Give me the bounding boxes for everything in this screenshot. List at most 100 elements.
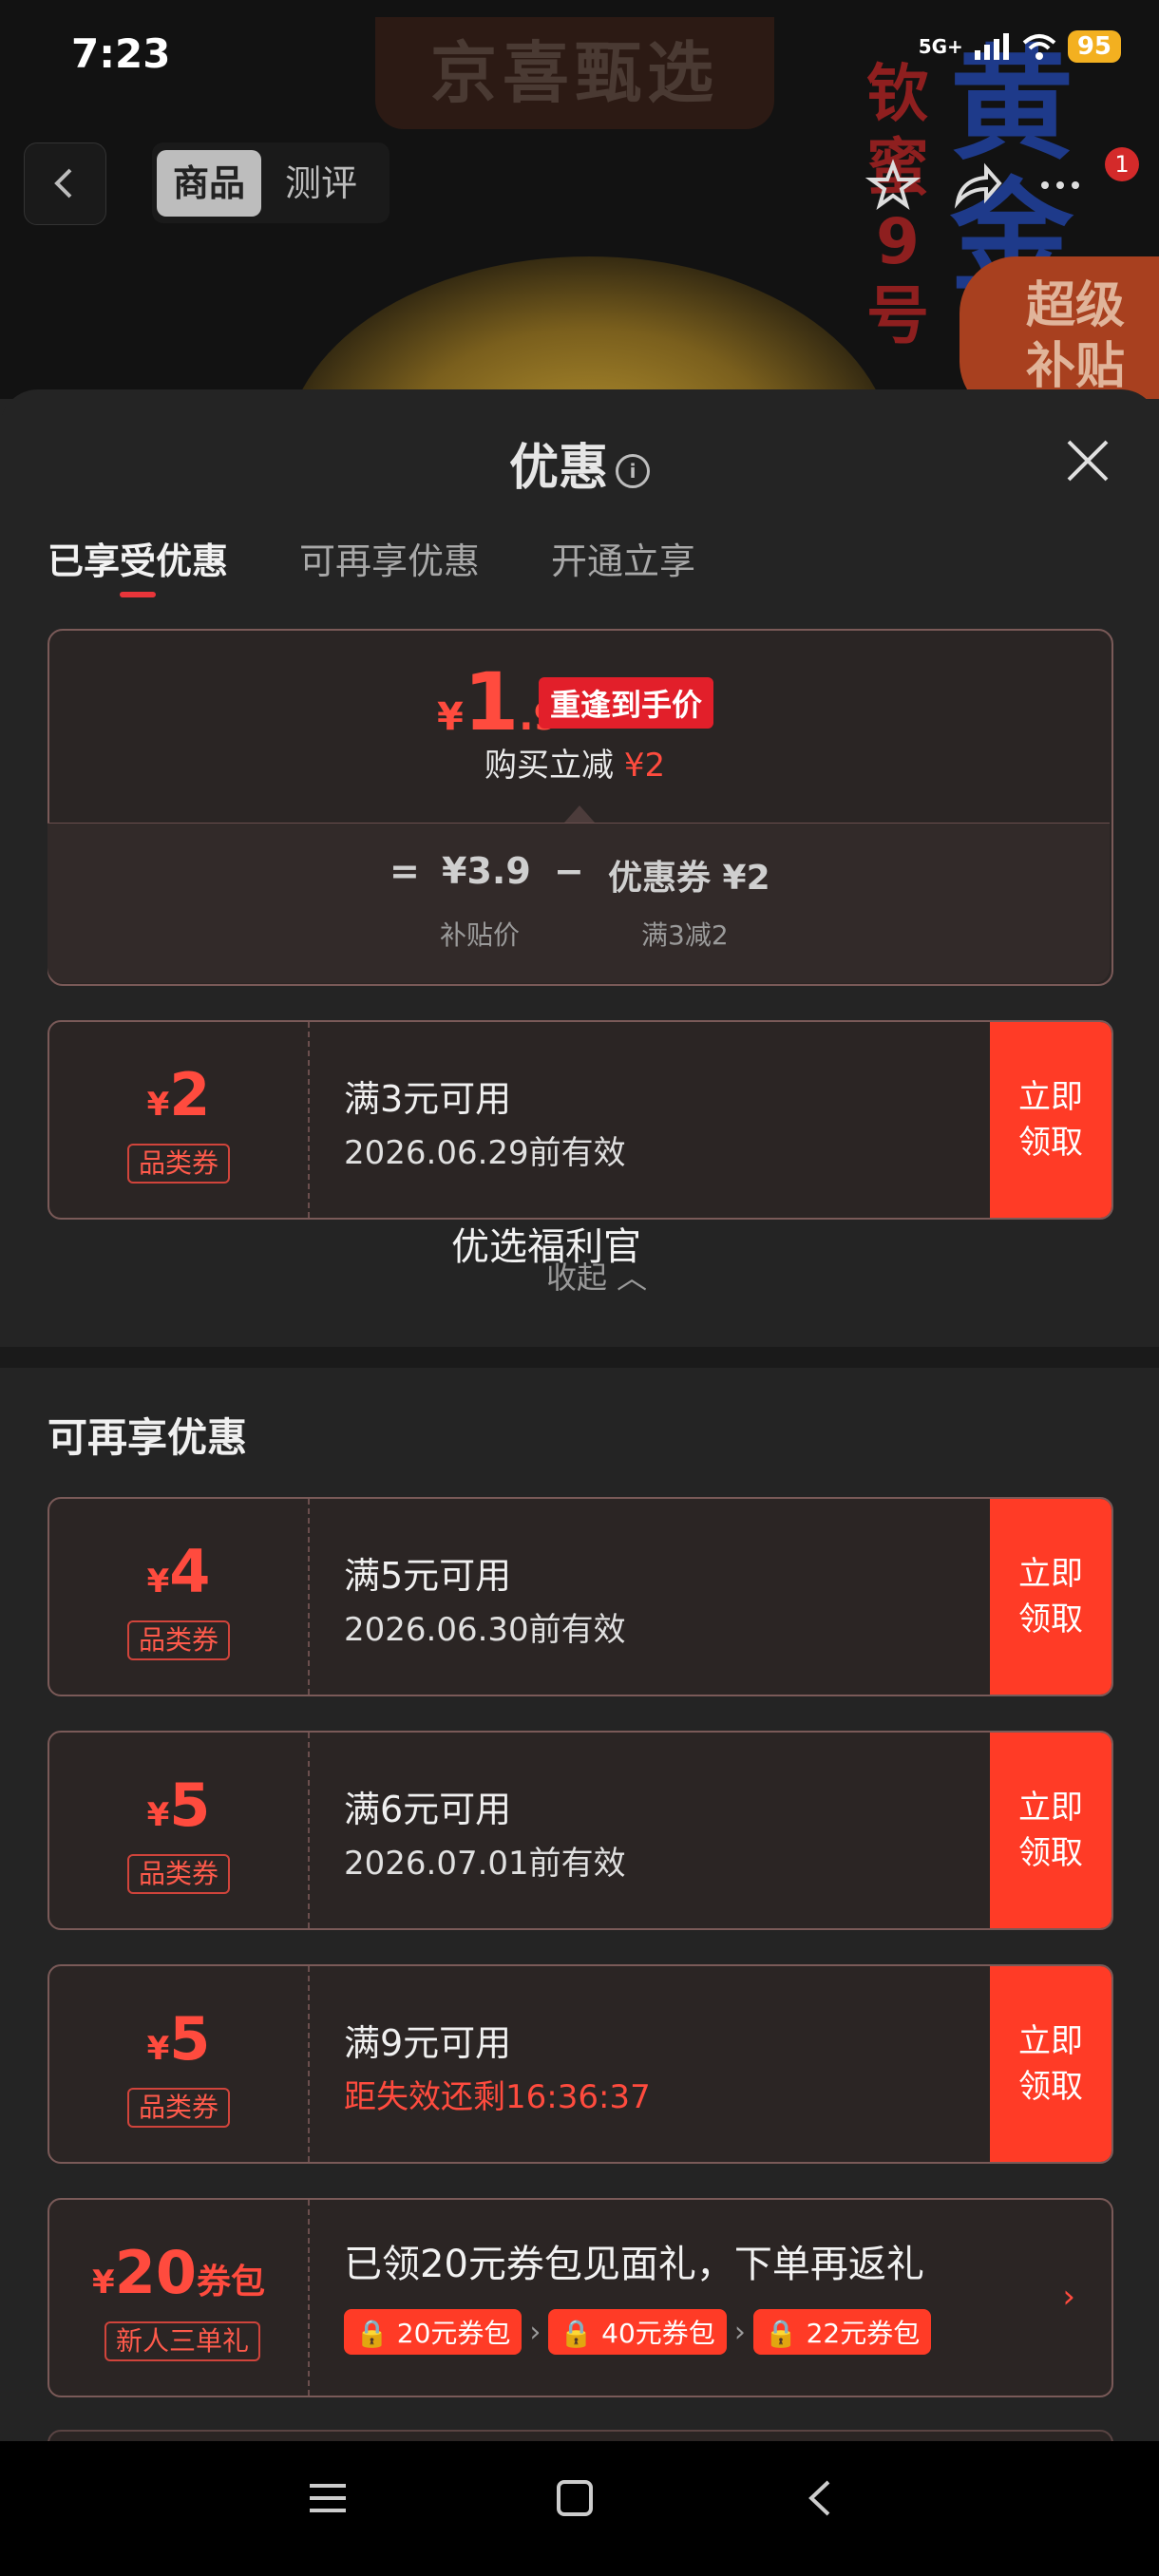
status-icons: 5G+ 95 (919, 30, 1121, 63)
pack-category: 新人三单礼 (104, 2321, 261, 2361)
active-tab-indicator (120, 592, 156, 597)
close-icon (1067, 440, 1109, 482)
subsidy-price-label: 补贴价 (440, 919, 521, 951)
more-icon[interactable] (1032, 157, 1089, 214)
tab-review[interactable]: 测评 (285, 150, 357, 217)
pack-amount: ¥20券包 (49, 2238, 308, 2307)
pack-chips: 🔒 20元券包 › 🔒 40元券包 › 🔒 22元券包 (344, 2309, 932, 2355)
info-icon[interactable]: i (616, 454, 650, 488)
coupon-countdown: 距失效还剩16:36:37 (344, 2078, 651, 2116)
tab-activate[interactable]: 开通立享 (551, 532, 695, 584)
coupon-currency: ¥ (146, 1563, 170, 1601)
coupon-amount: ¥2 (49, 1060, 308, 1129)
chevron-right-icon: › (1062, 2278, 1075, 2316)
coupon-amount: ¥5 (49, 1771, 308, 1840)
breakdown-pointer (564, 805, 595, 823)
pack-chip-label: 22元券包 (806, 2318, 921, 2349)
coupon-condition: 满9元可用 (344, 2022, 512, 2064)
price-integer: 1 (463, 655, 520, 748)
pack-currency: ¥ (92, 2263, 115, 2301)
product-fruit-image (285, 256, 893, 399)
pack-chip: 🔒 40元券包 (548, 2309, 727, 2355)
claim-button[interactable]: 立即 领取 (990, 1499, 1112, 1695)
price-breakdown (48, 823, 1110, 983)
claim-button-label: 立即 领取 (1018, 1078, 1083, 1162)
coupon-amount-value: 2 (169, 1060, 211, 1129)
super-subsidy-badge: 超级补贴 (960, 256, 1159, 399)
equals-sign: = (390, 850, 420, 892)
claim-button[interactable]: 立即 领取 (990, 1022, 1112, 1218)
home-icon[interactable] (551, 2474, 598, 2522)
signal-icon (974, 33, 1009, 60)
sheet-title: 优惠 i (0, 427, 1159, 499)
coupon-amount-value: 4 (169, 1537, 211, 1606)
close-button[interactable] (1059, 432, 1116, 489)
coupon-currency: ¥ (146, 1796, 170, 1834)
header-actions (864, 157, 1089, 214)
coupon-amount-value: 5 (169, 2004, 211, 2074)
tab-product[interactable]: 商品 (157, 150, 261, 217)
wifi-icon (1022, 34, 1056, 60)
coupon-condition: 满5元可用 (344, 1555, 512, 1597)
coupon-value: 优惠券 ¥2 (608, 859, 770, 898)
coupon-card: ¥5 品类券 满6元可用 2026.07.01前有效 立即 领取 (48, 1731, 1113, 1930)
back-button[interactable] (24, 142, 106, 225)
discount-tabs: 已享受优惠 可再享优惠 开通立享 (48, 532, 695, 584)
subsidy-price: ¥3.9 (442, 850, 531, 892)
brand-banner: 京喜甄选 (375, 17, 774, 129)
sheet-title-text: 优惠 (508, 440, 608, 497)
share-icon[interactable] (948, 157, 1005, 214)
coupon-pack-card[interactable]: ¥20券包 新人三单礼 已领20元券包见面礼，下单再返礼 🔒 20元券包 › 🔒… (48, 2198, 1113, 2397)
pack-chip: 🔒 20元券包 (344, 2309, 522, 2355)
coupon-card: ¥5 品类券 满9元可用 距失效还剩16:36:37 立即 领取 (48, 1964, 1113, 2164)
claim-button[interactable]: 立即 领取 (990, 1966, 1112, 2162)
coupon-category: 品类券 (127, 1620, 231, 1660)
coupon-category: 品类券 (127, 1144, 231, 1184)
network-label: 5G+ (918, 35, 963, 58)
battery-level: 95 (1067, 30, 1121, 63)
minus-sign: − (554, 850, 584, 892)
pack-amount-value: 20 (114, 2238, 197, 2307)
coupon-card: ¥2 品类券 满3元可用 2026.06.29前有效 立即 领取 (48, 1020, 1113, 1220)
buy-amount: ¥2 (623, 747, 666, 785)
back-icon[interactable] (798, 2474, 846, 2522)
coupon-currency: ¥ (146, 2030, 170, 2068)
subsidy-badge-text: 超级补贴 (1026, 277, 1126, 395)
coupon-amount-value: 5 (169, 1771, 211, 1840)
coupon-expiry: 2026.06.30前有效 (344, 1611, 626, 1649)
status-time: 7:23 (71, 30, 171, 77)
buy-discount: 购买立减 ¥2 (484, 739, 665, 786)
price-tag-badge: 重逢到手价 (539, 677, 714, 729)
claim-button-label: 立即 领取 (1018, 1555, 1083, 1638)
brand-name: 京喜甄选 (430, 34, 719, 112)
coupon-amount: ¥4 (49, 1537, 308, 1606)
coupon-expiry: 2026.07.01前有效 (344, 1845, 626, 1883)
pack-unit: 券包 (196, 2263, 265, 2301)
claim-button-label: 立即 领取 (1018, 1789, 1083, 1872)
section-divider (0, 1347, 1159, 1368)
pack-chip: 🔒 22元券包 (752, 2309, 932, 2355)
star-icon[interactable] (864, 157, 922, 214)
claim-button-label: 立即 领取 (1018, 2022, 1083, 2106)
coupon-expiry: 2026.06.29前有效 (344, 1134, 626, 1172)
tab-more[interactable]: 可再享优惠 (299, 532, 480, 584)
coupon-category: 品类券 (127, 1854, 231, 1894)
menu-icon[interactable] (304, 2474, 352, 2522)
coupon-currency: ¥ (146, 1086, 170, 1124)
chevron-right-icon: › (529, 2315, 542, 2349)
price-currency: ¥ (437, 695, 464, 739)
coupon-rule-label: 满3减2 (641, 919, 729, 951)
pack-chip-label: 20元券包 (396, 2318, 511, 2349)
buy-label: 购买立减 (484, 747, 614, 785)
chevron-left-icon (54, 168, 72, 199)
tab-enjoyed[interactable]: 已享受优惠 (48, 532, 228, 584)
chevron-right-icon: › (733, 2315, 746, 2349)
collapse-button[interactable]: 收起 ︿ (546, 1254, 647, 1297)
pack-chip-label: 40元券包 (601, 2318, 715, 2349)
section-title: 可再享优惠 (48, 1414, 248, 1461)
claim-button[interactable]: 立即 领取 (990, 1733, 1112, 1928)
coupon-category: 品类券 (127, 2088, 231, 2128)
notification-badge: 1 (1105, 147, 1139, 181)
coupon-condition: 满3元可用 (344, 1078, 512, 1120)
pack-title: 已领20元券包见面礼，下单再返礼 (344, 2243, 924, 2286)
